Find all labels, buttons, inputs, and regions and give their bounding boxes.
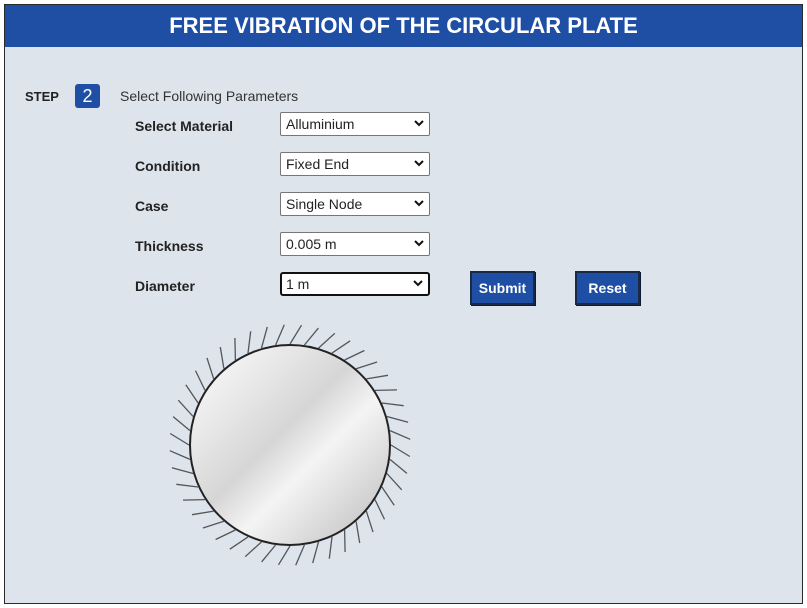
hatch-line [234,337,237,361]
hatch-line [355,361,378,370]
app-panel: FREE VIBRATION OF THE CIRCULAR PLATE STE… [4,4,803,604]
diameter-select[interactable]: 1 m [280,272,430,296]
hatch-line [215,529,236,541]
submit-button[interactable]: Submit [470,271,535,305]
hatch-line [389,458,408,474]
hatch-line [328,536,333,559]
thickness-select-value: 0.005 m [286,236,337,252]
case-label: Case [135,198,169,214]
hatch-line [171,467,194,475]
hatch-line [275,324,285,346]
material-select-value: Alluminium [286,116,355,132]
hatch-line [169,432,190,446]
hatch-line [390,444,411,458]
case-select[interactable]: Single Node [280,192,430,216]
hatch-line [386,415,409,423]
hatch-line [381,402,404,407]
hatch-line [331,340,351,354]
diameter-label: Diameter [135,278,195,294]
hatch-line [202,520,225,529]
plate-disc [189,344,391,546]
hatch-line [344,349,365,361]
hatch-line [177,399,194,417]
hatch-line [261,544,277,563]
chevron-down-icon [414,160,424,167]
hatch-line [295,544,305,566]
chevron-down-icon [414,120,424,127]
fixed-circular-plate-icon [169,324,411,566]
material-select[interactable]: Alluminium [280,112,430,136]
hatch-line [247,331,252,354]
hatch-line [312,541,320,564]
hatch-line [289,324,303,345]
condition-label: Condition [135,158,201,174]
hatch-line [182,498,206,501]
hatch-line [185,384,199,404]
thickness-label: Thickness [135,238,204,254]
hatch-line [191,510,214,516]
hatch-line [386,473,403,491]
hatch-line [365,510,374,533]
chevron-down-icon [413,280,423,287]
step-description: Select Following Parameters [120,88,299,104]
hatch-line [194,370,206,391]
diameter-select-value: 1 m [286,276,310,292]
hatch-line [172,416,191,432]
hatch-line [374,499,386,520]
hatch-line [229,536,249,550]
hatch-line [366,374,389,380]
hatch-line [318,332,336,349]
chevron-down-icon [414,200,424,207]
page-title: FREE VIBRATION OF THE CIRCULAR PLATE [5,5,802,47]
step-number-badge: 2 [75,84,100,108]
hatch-line [176,483,199,488]
reset-button[interactable]: Reset [575,271,640,305]
hatch-line [206,357,215,380]
condition-select[interactable]: Fixed End [280,152,430,176]
hatch-line [355,521,361,544]
material-label: Select Material [135,118,234,134]
hatch-line [303,327,319,346]
thickness-select[interactable]: 0.005 m [280,232,430,256]
chevron-down-icon [414,240,424,247]
hatch-line [343,529,346,553]
hatch-line [219,346,225,369]
hatch-line [277,545,291,566]
case-select-value: Single Node [286,196,363,212]
condition-select-value: Fixed End [286,156,350,172]
hatch-line [389,430,411,440]
hatch-line [244,541,262,558]
hatch-line [260,326,268,349]
hatch-line [381,486,395,506]
hatch-line [169,450,191,460]
step-label: STEP [25,89,59,104]
hatch-line [374,389,398,392]
